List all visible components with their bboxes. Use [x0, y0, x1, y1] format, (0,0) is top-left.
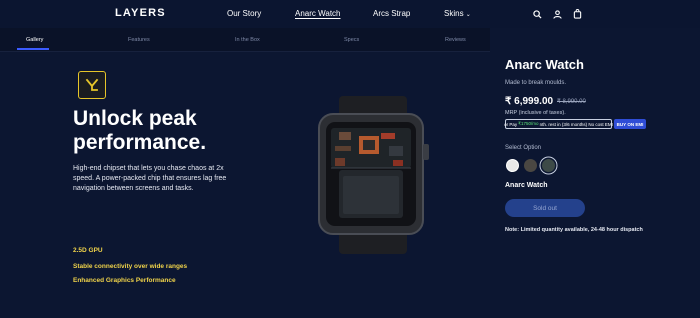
section-tabs: Gallery Features In the Box Specs Review…: [0, 28, 490, 52]
tab-specs[interactable]: Specs: [344, 37, 359, 43]
buy-on-emi-button[interactable]: BUY ON EMI: [614, 119, 646, 129]
spec-item: 2.5D GPU: [73, 247, 103, 254]
color-swatch-selected[interactable]: [542, 159, 555, 172]
emi-prefix: or Pay: [504, 121, 518, 127]
tab-reviews[interactable]: Reviews: [445, 37, 466, 43]
brand-logo[interactable]: LAYERS: [115, 7, 166, 19]
nav-our-story[interactable]: Our Story: [227, 9, 261, 18]
emi-suffix: nth. rest in (3/6 months) No cost EMI: [539, 121, 613, 127]
sold-out-button[interactable]: Sold out: [505, 199, 585, 217]
product-tagline: Made to break moulds.: [505, 80, 567, 86]
user-icon[interactable]: [551, 8, 563, 20]
tab-gallery[interactable]: Gallery: [26, 37, 43, 43]
feature-headline: Unlock peak performance.: [73, 107, 207, 154]
bag-icon[interactable]: [571, 8, 583, 20]
tab-in-the-box[interactable]: In the Box: [235, 37, 260, 43]
select-option-label: Select Option: [505, 145, 542, 151]
product-title: Anarc Watch: [505, 57, 584, 72]
chip-icon: [78, 71, 106, 99]
spec-item: Stable connectivity over wide ranges: [73, 263, 188, 270]
product-old-price: ₹ 8,990.00: [557, 99, 586, 105]
spec-item: Enhanced Graphics Performance: [73, 277, 176, 284]
watch-image: [318, 96, 429, 254]
nav-skins[interactable]: Skins ⌄: [444, 9, 471, 18]
nav-skins-label: Skins: [444, 9, 464, 18]
selected-variant: Anarc Watch: [505, 182, 548, 189]
active-tab-indicator: [17, 48, 49, 50]
mrp-note: MRP (inclusive of taxes).: [505, 110, 566, 116]
tab-features[interactable]: Features: [128, 37, 150, 43]
dispatch-note: Note: Limited quantity available, 24-48 …: [505, 227, 643, 233]
chevron-down-icon: ⌄: [465, 12, 471, 18]
color-swatch[interactable]: [524, 159, 537, 172]
product-price: ₹ 6,999.00: [505, 96, 554, 107]
search-icon[interactable]: [531, 8, 543, 20]
feature-description: High-end chipset that lets you chase cha…: [73, 165, 227, 192]
nav-anarc-watch[interactable]: Anarc Watch: [295, 9, 341, 18]
top-navbar: LAYERS Our Story Anarc Watch Arcs Strap …: [0, 0, 700, 28]
emi-amount: ₹1750/mo: [518, 121, 539, 126]
color-swatch[interactable]: [506, 159, 519, 172]
nav-arcs-strap[interactable]: Arcs Strap: [373, 9, 410, 18]
emi-info: or Pay ₹1750/mo nth. rest in (3/6 months…: [504, 119, 613, 129]
